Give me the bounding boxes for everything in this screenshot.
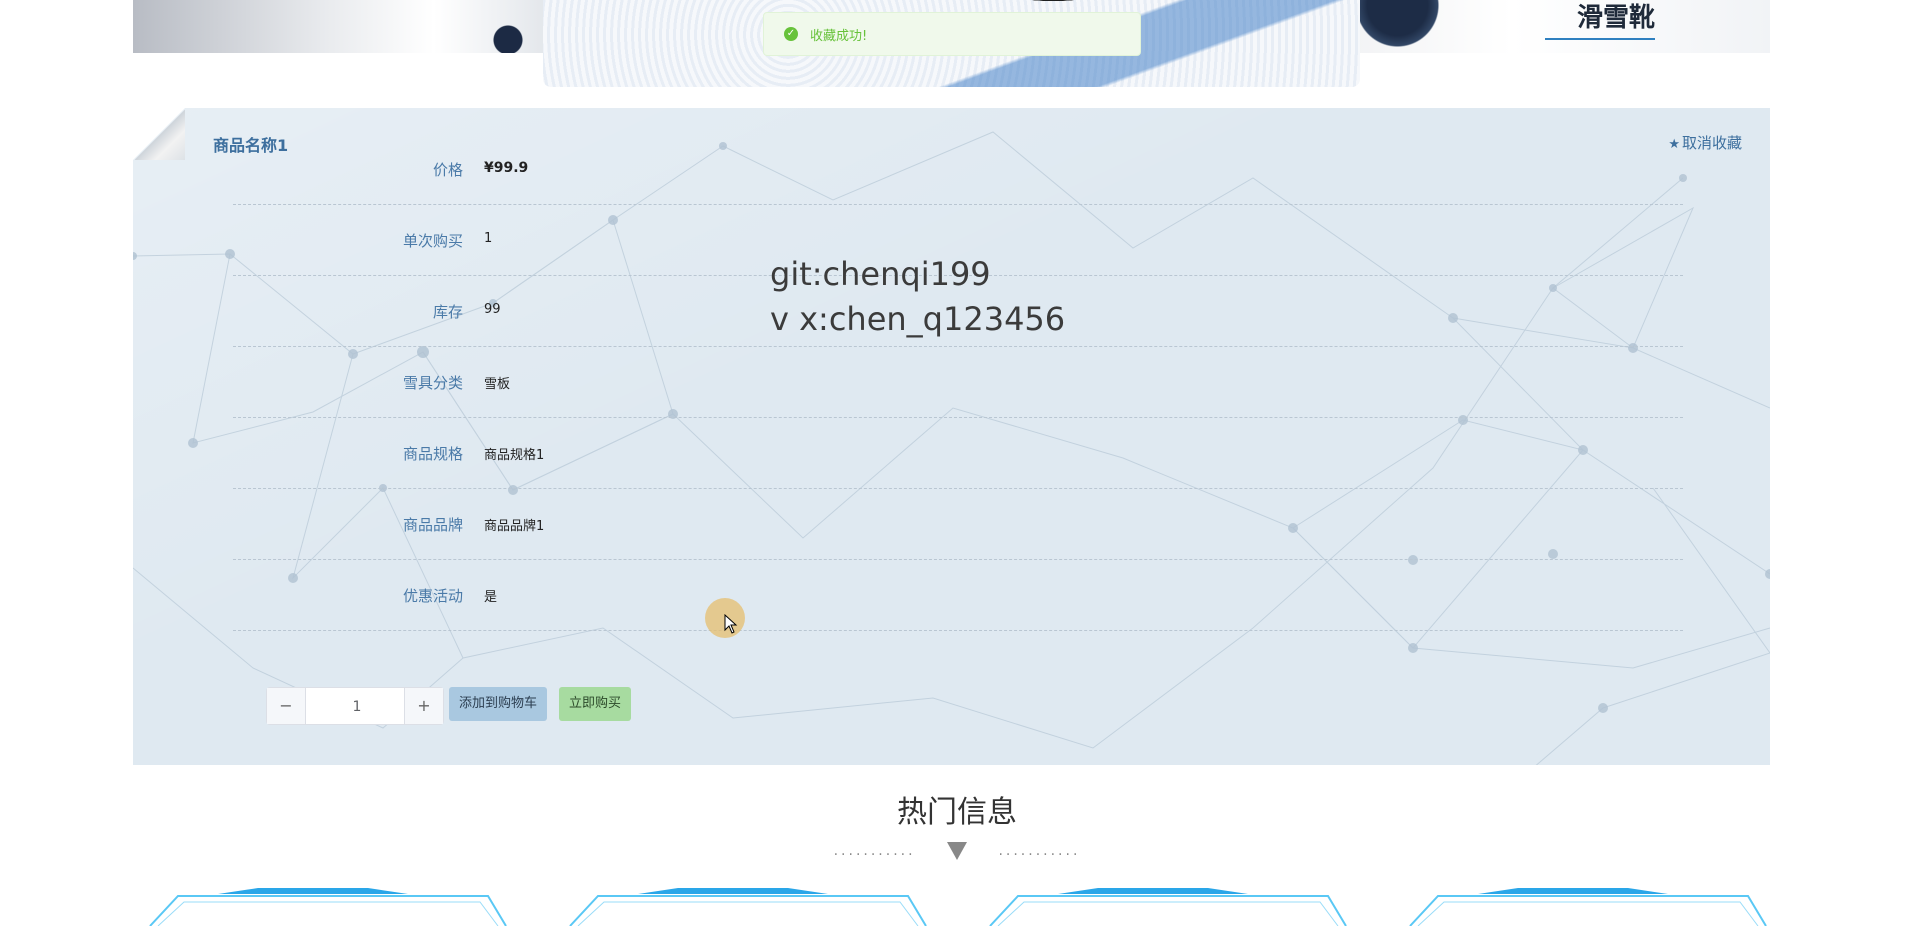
field-row-category: 雪具分类 雪板 (233, 346, 1683, 418)
field-label: 商品规格 (402, 445, 463, 463)
hot-info-title: 热门信息 (897, 795, 1017, 830)
product-detail-panel: 商品名称1 ★ 取消收藏 价格 ¥99.9 单次购买 1 库存 99 雪具分类 雪… (133, 108, 1770, 765)
field-value: ¥99.9 (484, 160, 529, 176)
field-value: 99 (484, 302, 501, 317)
field-label: 价格 (432, 161, 463, 179)
unfavorite-label: 取消收藏 (1681, 134, 1742, 152)
card-frame[interactable] (1408, 888, 1768, 926)
field-label: 单次购买 (402, 232, 463, 250)
field-row-price: 价格 ¥99.9 (233, 133, 1683, 205)
corner-fold-shadow (135, 110, 185, 160)
field-value: 商品品牌1 (484, 519, 545, 534)
field-label: 库存 (432, 303, 463, 321)
banner-title-underline (1545, 38, 1655, 40)
field-value: 雪板 (484, 377, 511, 392)
field-label: 雪具分类 (402, 374, 463, 392)
chevron-down-icon (947, 842, 967, 860)
field-value: 1 (484, 231, 493, 246)
ski-boot-image (1350, 0, 1445, 53)
field-label: 商品品牌 (402, 516, 463, 534)
increase-button[interactable]: + (404, 688, 443, 724)
quantity-input[interactable] (307, 690, 407, 724)
mouse-pointer-icon (724, 614, 738, 634)
field-row-brand: 商品品牌 商品品牌1 (233, 488, 1683, 560)
field-label: 优惠活动 (402, 587, 463, 605)
field-row-spec: 商品规格 商品规格1 (233, 417, 1683, 489)
divider-dots-right: ........... (998, 843, 1081, 859)
banner-image-left (133, 0, 563, 53)
banner-image-right: 滑雪靴 (1340, 0, 1770, 53)
quantity-stepper: − + (266, 687, 444, 725)
toast-message: 收藏成功! (810, 28, 868, 44)
field-value: 是 (484, 590, 498, 605)
card-frame[interactable] (568, 888, 928, 926)
section-divider: ........... ........... (0, 842, 1914, 860)
watermark-line-2: v x:chen_q123456 (770, 300, 1066, 338)
card-frame[interactable] (148, 888, 508, 926)
watermark-line-1: git:chenqi199 (770, 255, 991, 293)
banner-title: 滑雪靴 (1576, 3, 1655, 33)
field-value: 商品规格1 (484, 448, 545, 463)
check-circle-icon: ✓ (784, 27, 798, 41)
success-toast: ✓ 收藏成功! (763, 12, 1141, 56)
card-frame[interactable] (988, 888, 1348, 926)
divider-dots-left: ........... (833, 843, 916, 859)
watermark-text: git:chenqi199 v x:chen_q123456 (770, 252, 1065, 342)
field-row-promotion: 优惠活动 是 (233, 559, 1683, 631)
buy-now-button[interactable]: 立即购买 (559, 687, 632, 721)
add-to-cart-button[interactable]: 添加到购物车 (449, 687, 548, 721)
decrease-button[interactable]: − (267, 688, 306, 724)
